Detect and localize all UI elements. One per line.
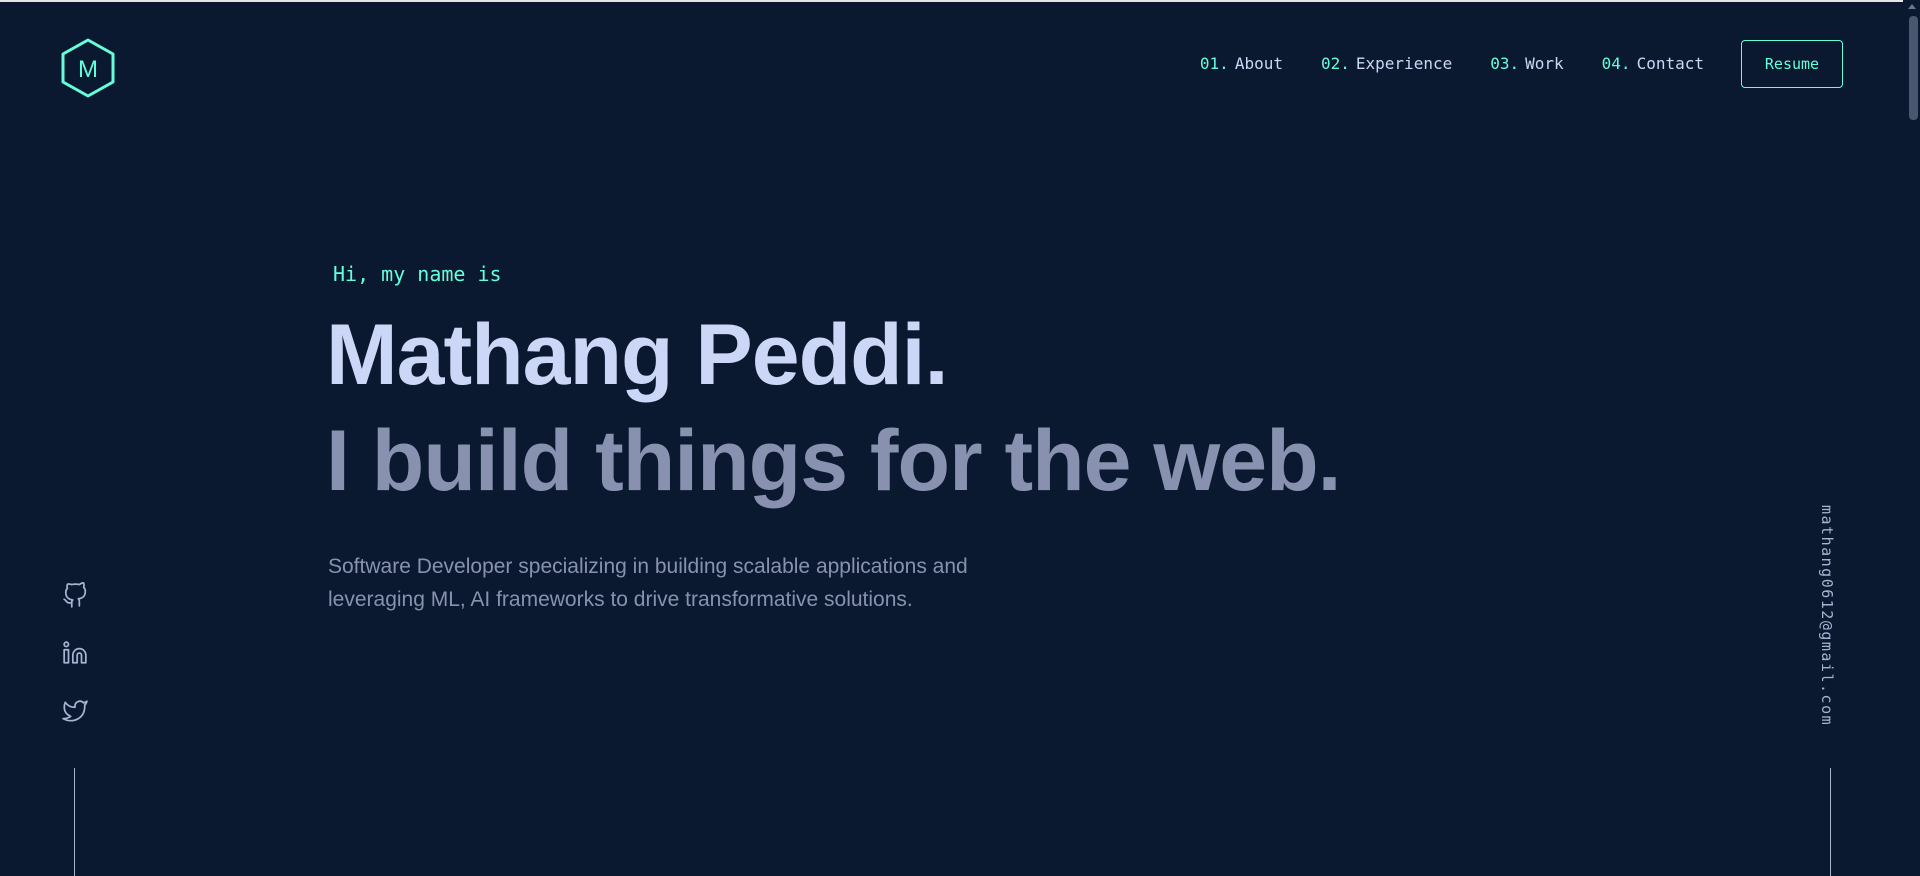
nav-number: 03. xyxy=(1490,54,1520,73)
twitter-link[interactable] xyxy=(60,696,90,726)
nav-number: 01. xyxy=(1199,54,1229,73)
linkedin-link[interactable] xyxy=(60,638,90,668)
nav-work[interactable]: 03. Work xyxy=(1490,54,1563,73)
github-icon xyxy=(63,582,87,608)
page-scrollbar[interactable] xyxy=(1903,0,1920,876)
scrollbar-thumb[interactable] xyxy=(1909,16,1918,120)
logo-link[interactable]: M xyxy=(60,38,116,98)
github-link[interactable] xyxy=(60,580,90,610)
linkedin-icon xyxy=(63,641,87,664)
nav-experience[interactable]: 02. Experience xyxy=(1321,54,1452,73)
main-nav: 01. About 02. Experience 03. Work 04. Contac… xyxy=(1162,54,1704,73)
hero-intro: Software Developer specializing in build… xyxy=(328,555,968,611)
hero-greeting: Hi, my name is xyxy=(333,262,502,286)
logo-letter: M xyxy=(78,56,98,83)
social-links xyxy=(60,580,90,754)
scroll-up-arrow-icon[interactable] xyxy=(1908,4,1916,9)
right-vertical-line xyxy=(1830,768,1831,876)
nav-contact[interactable]: 04. Contact xyxy=(1602,54,1704,73)
nav-number: 04. xyxy=(1601,54,1631,73)
email-link[interactable]: mathang0612@gmail.com xyxy=(1818,505,1836,726)
hero-tagline: I build things for the web. xyxy=(326,413,1341,509)
nav-label: Experience xyxy=(1355,54,1453,73)
resume-button[interactable]: Resume xyxy=(1741,40,1843,88)
nav-label: Contact xyxy=(1636,54,1704,73)
twitter-icon xyxy=(62,700,88,722)
nav-about[interactable]: 01. About xyxy=(1200,54,1283,73)
nav-label: About xyxy=(1234,54,1283,73)
hexagon-logo-icon: M xyxy=(61,38,115,98)
nav-number: 02. xyxy=(1320,54,1350,73)
left-vertical-line xyxy=(74,768,75,876)
nav-label: Work xyxy=(1525,54,1564,73)
window-top-border xyxy=(0,0,1920,2)
hero-name: Mathang Peddi. xyxy=(326,307,948,403)
